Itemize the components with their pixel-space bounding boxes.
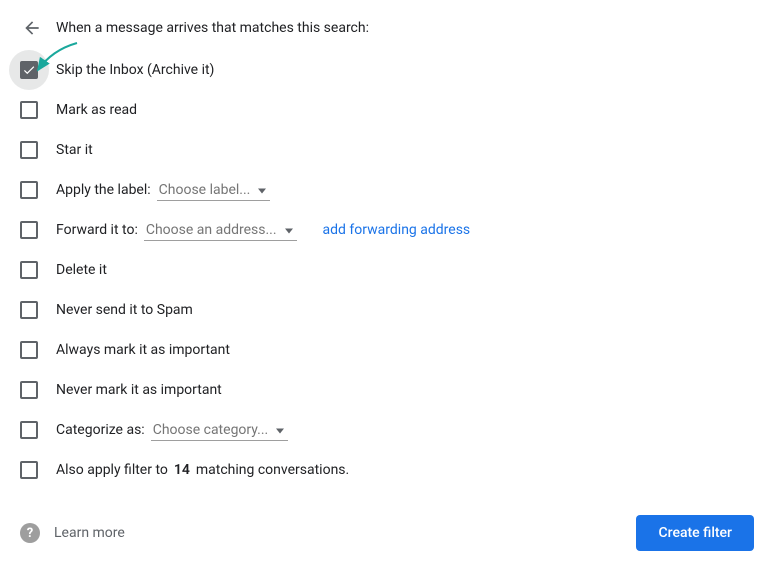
checkbox-skip-inbox[interactable]: [20, 61, 38, 79]
label-always-important: Always mark it as important: [56, 342, 230, 358]
option-always-important: Always mark it as important: [20, 330, 754, 370]
label-also-apply: Also apply filter to 14 matching convers…: [56, 462, 349, 478]
checkbox-mark-read[interactable]: [20, 101, 38, 119]
option-categorize: Categorize as: Choose category...: [20, 410, 754, 450]
checkbox-never-spam[interactable]: [20, 301, 38, 319]
checkbox-apply-label[interactable]: [20, 181, 38, 199]
create-filter-button[interactable]: Create filter: [636, 515, 754, 551]
link-add-forwarding[interactable]: add forwarding address: [323, 222, 471, 238]
checkbox-also-apply[interactable]: [20, 461, 38, 479]
label-never-important: Never mark it as important: [56, 382, 222, 398]
option-star: Star it: [20, 130, 754, 170]
dropdown-forward[interactable]: Choose an address...: [144, 220, 297, 241]
option-mark-read: Mark as read: [20, 90, 754, 130]
label-apply-label: Apply the label:: [56, 182, 151, 198]
learn-more-link[interactable]: Learn more: [54, 525, 125, 541]
option-apply-label: Apply the label: Choose label...: [20, 170, 754, 210]
checkbox-never-important[interactable]: [20, 381, 38, 399]
label-mark-read: Mark as read: [56, 102, 137, 118]
label-forward: Forward it to:: [56, 222, 138, 238]
checkbox-always-important[interactable]: [20, 341, 38, 359]
option-delete: Delete it: [20, 250, 754, 290]
checkbox-categorize[interactable]: [20, 421, 38, 439]
label-skip-inbox: Skip the Inbox (Archive it): [56, 62, 214, 78]
label-delete: Delete it: [56, 262, 107, 278]
option-skip-inbox: Skip the Inbox (Archive it): [20, 50, 754, 90]
label-star: Star it: [56, 142, 93, 158]
checkbox-delete[interactable]: [20, 261, 38, 279]
option-never-spam: Never send it to Spam: [20, 290, 754, 330]
label-never-spam: Never send it to Spam: [56, 302, 193, 318]
back-arrow-icon[interactable]: [20, 16, 44, 40]
dropdown-label[interactable]: Choose label...: [157, 180, 271, 201]
header-title: When a message arrives that matches this…: [56, 20, 369, 36]
help-icon[interactable]: ?: [20, 523, 40, 543]
option-also-apply: Also apply filter to 14 matching convers…: [20, 450, 754, 490]
option-forward: Forward it to: Choose an address... add …: [20, 210, 754, 250]
label-categorize: Categorize as:: [56, 422, 145, 438]
dropdown-categorize[interactable]: Choose category...: [151, 420, 289, 441]
checkbox-star[interactable]: [20, 141, 38, 159]
option-never-important: Never mark it as important: [20, 370, 754, 410]
checkbox-forward[interactable]: [20, 221, 38, 239]
